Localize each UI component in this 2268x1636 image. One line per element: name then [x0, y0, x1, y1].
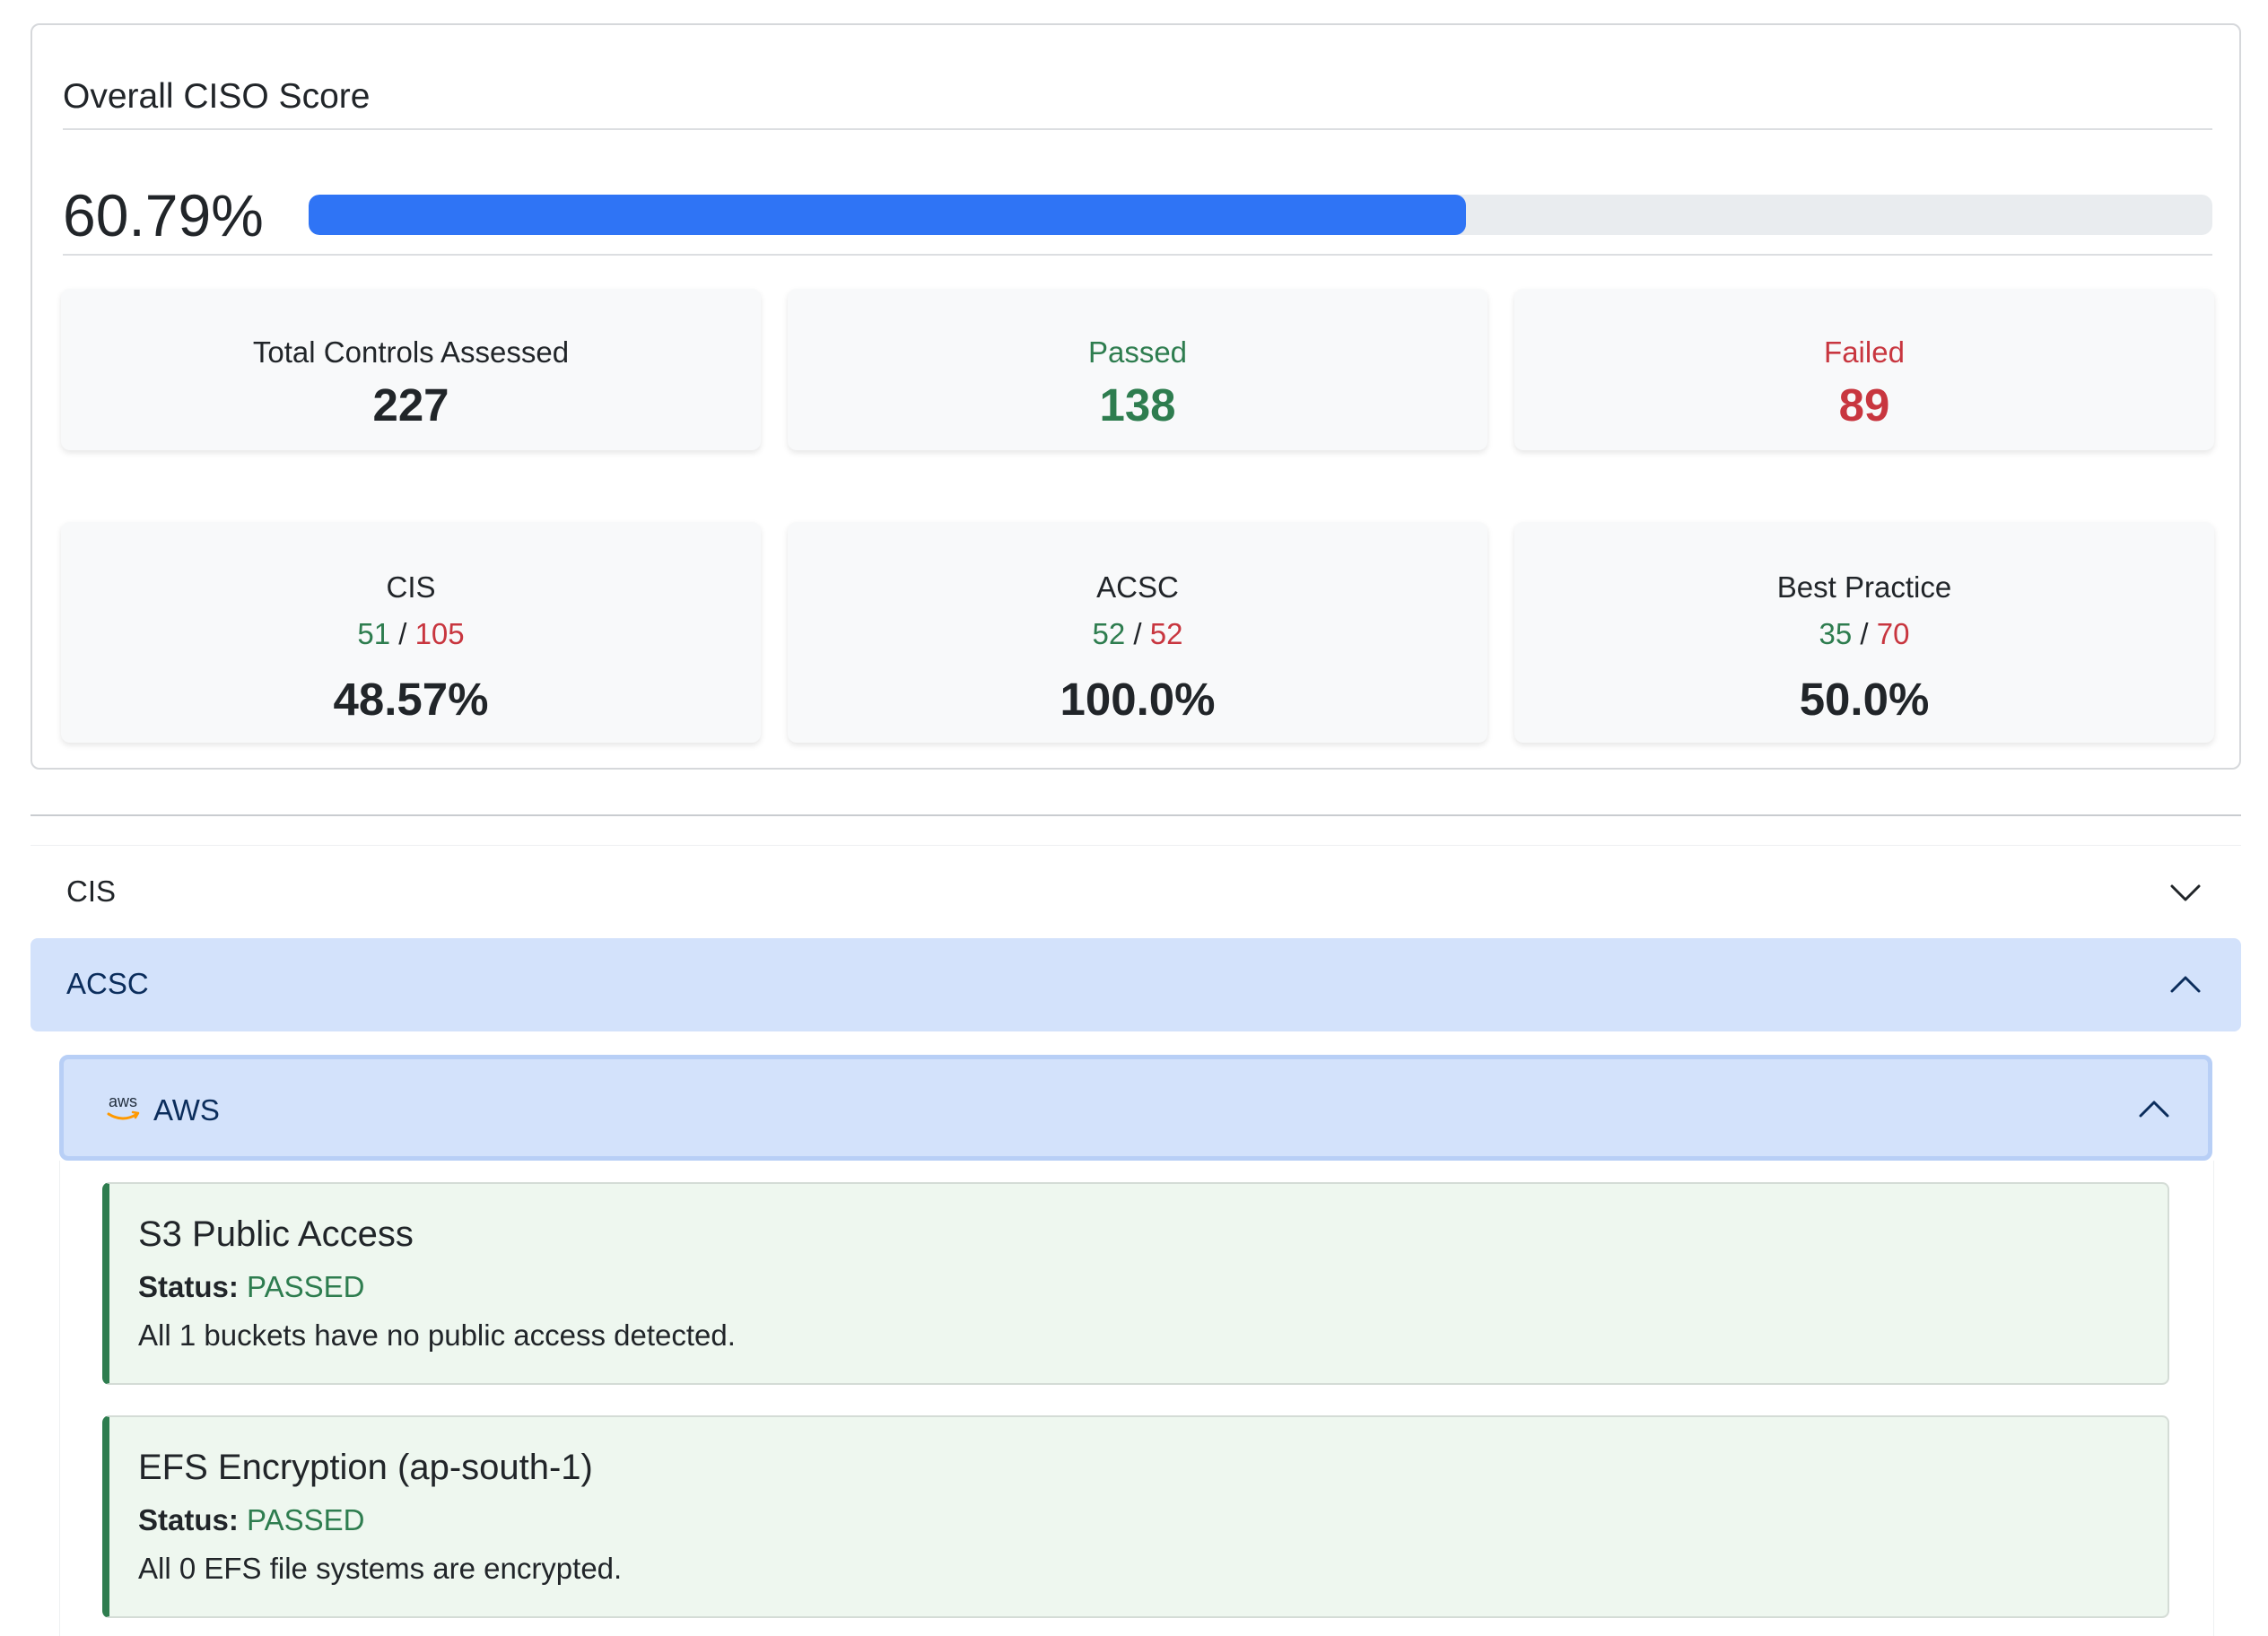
check-card: EFS Encryption (ap-south-1) Status: PASS…: [102, 1415, 2169, 1618]
passed-label: Passed: [1087, 335, 1188, 369]
title-divider: [63, 128, 2212, 130]
framework-ratio: 35 / 70: [1514, 617, 2214, 651]
accordion-header-acsc[interactable]: ACSC: [31, 938, 2241, 1031]
page: Overall CISO Score 60.79% Total Controls…: [0, 0, 2268, 1636]
accordion-label: CIS: [66, 875, 117, 908]
passed-box: Passed 138: [788, 289, 1487, 450]
section-divider: [31, 814, 2241, 816]
framework-passed: 35: [1819, 617, 1853, 650]
framework-box-best-practice: Best Practice 35 / 70 50.0%: [1514, 522, 2214, 743]
status-label: Status:: [138, 1270, 239, 1303]
check-title: S3 Public Access: [138, 1214, 414, 1254]
chevron-up-icon: [2170, 976, 2201, 993]
failed-value: 89: [1838, 379, 1890, 431]
check-status: Status: PASSED: [138, 1503, 364, 1537]
framework-name: ACSC: [1096, 570, 1179, 604]
framework-total: 105: [414, 617, 465, 650]
accordion-header-cis[interactable]: CIS: [31, 845, 2241, 938]
accordion-label: ACSC: [66, 967, 149, 1000]
aws-provider-header[interactable]: aws AWS: [59, 1055, 2212, 1161]
aws-provider-label: AWS: [153, 1093, 220, 1127]
status-label: Status:: [138, 1503, 239, 1536]
card-title: Overall CISO Score: [63, 77, 371, 116]
framework-passed: 52: [1092, 617, 1126, 650]
total-controls-label: Total Controls Assessed: [252, 335, 570, 369]
framework-ratio: 52 / 52: [788, 617, 1487, 651]
passed-value: 138: [1099, 379, 1176, 431]
score-progress-fill: [309, 195, 1466, 235]
framework-percent: 48.57%: [333, 674, 489, 725]
failed-box: Failed 89: [1514, 289, 2214, 450]
framework-box-cis: CIS 51 / 105 48.57%: [61, 522, 761, 743]
chevron-down-icon: [2170, 884, 2201, 901]
status-value: PASSED: [247, 1270, 365, 1303]
overall-score-value: 60.79%: [63, 182, 264, 248]
ratio-separator: /: [1860, 617, 1869, 650]
framework-ratio: 51 / 105: [61, 617, 761, 651]
check-card: S3 Public Access Status: PASSED All 1 bu…: [102, 1182, 2169, 1385]
framework-name: CIS: [386, 570, 436, 604]
status-value: PASSED: [247, 1503, 365, 1536]
framework-percent: 50.0%: [1799, 674, 1930, 725]
check-status: Status: PASSED: [138, 1270, 364, 1304]
framework-name: Best Practice: [1776, 570, 1952, 604]
framework-total: 52: [1149, 617, 1183, 650]
aws-logo-icon: aws: [107, 1092, 140, 1120]
score-progress-bar: [309, 195, 2212, 235]
total-controls-box: Total Controls Assessed 227: [61, 289, 761, 450]
check-description: All 1 buckets have no public access dete…: [138, 1318, 736, 1352]
total-controls-value: 227: [372, 379, 449, 431]
check-description: All 0 EFS file systems are encrypted.: [138, 1552, 623, 1585]
aws-logo-text: aws: [109, 1092, 137, 1110]
score-divider: [63, 254, 2212, 256]
check-title: EFS Encryption (ap-south-1): [138, 1448, 593, 1487]
framework-box-acsc: ACSC 52 / 52 100.0%: [788, 522, 1487, 743]
chevron-up-icon: [2139, 1101, 2169, 1118]
framework-percent: 100.0%: [1060, 674, 1216, 725]
failed-label: Failed: [1824, 335, 1905, 369]
ratio-separator: /: [398, 617, 407, 650]
framework-passed: 51: [357, 617, 391, 650]
framework-total: 70: [1876, 617, 1910, 650]
ratio-separator: /: [1133, 617, 1142, 650]
overall-score-card: Overall CISO Score 60.79% Total Controls…: [31, 23, 2241, 770]
